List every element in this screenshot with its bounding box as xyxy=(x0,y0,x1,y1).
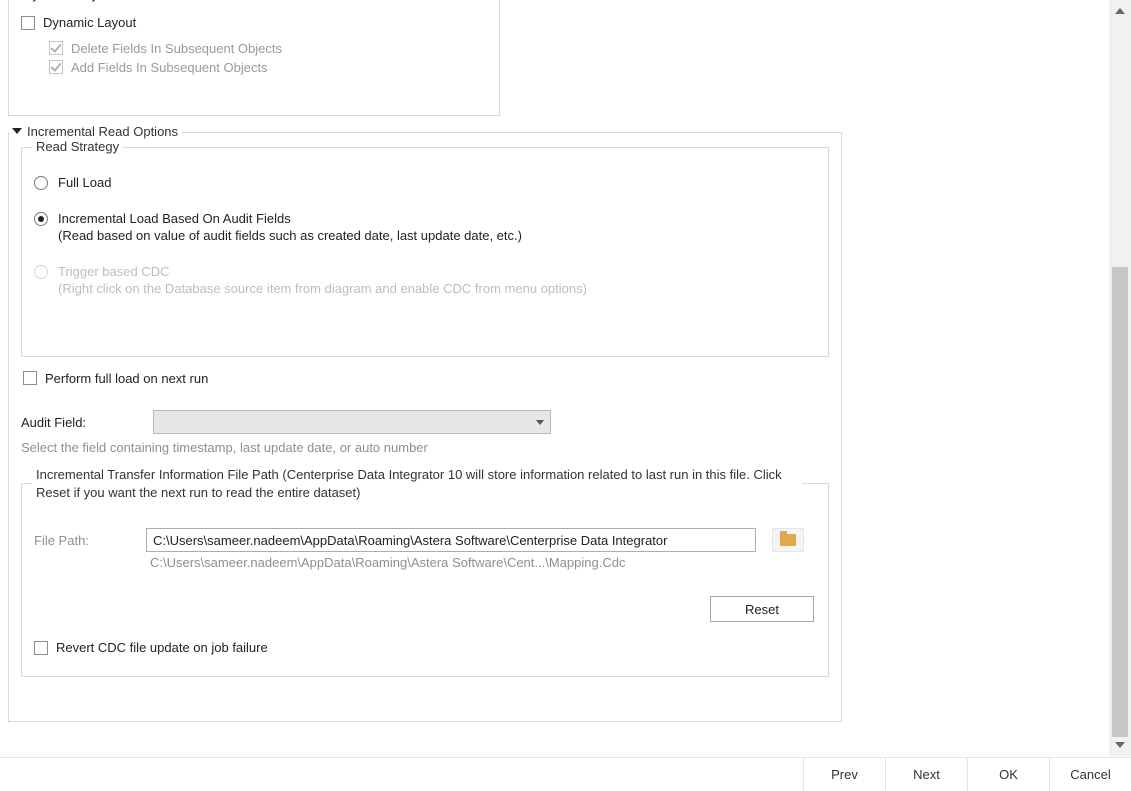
dynamic-layout-group: Dynamic Layout Dynamic Layout Delete Fie… xyxy=(8,0,500,116)
perform-full-load-checkbox-input[interactable] xyxy=(23,371,37,385)
full-load-label: Full Load xyxy=(58,174,111,192)
incremental-section-toggle[interactable]: Incremental Read Options xyxy=(9,124,182,139)
vertical-scrollbar[interactable] xyxy=(1109,0,1131,756)
file-path-row: File Path: xyxy=(34,528,816,552)
audit-field-hint: Select the field containing timestamp, l… xyxy=(21,440,829,455)
incremental-load-radio[interactable] xyxy=(34,212,48,226)
delete-fields-checkbox-input xyxy=(49,41,63,55)
reset-button[interactable]: Reset xyxy=(710,596,814,622)
revert-cdc-label: Revert CDC file update on job failure xyxy=(56,640,268,655)
ok-button[interactable]: OK xyxy=(967,758,1049,791)
wizard-button-bar: Prev Next OK Cancel xyxy=(0,757,1131,791)
scroll-up-arrow-icon[interactable] xyxy=(1109,0,1131,22)
revert-cdc-checkbox[interactable]: Revert CDC file update on job failure xyxy=(34,640,268,655)
trigger-cdc-sub: (Right click on the Database source item… xyxy=(58,280,587,298)
perform-full-load-label: Perform full load on next run xyxy=(45,371,208,386)
add-fields-checkbox: Add Fields In Subsequent Objects xyxy=(49,60,487,75)
incremental-load-sub: (Read based on value of audit fields suc… xyxy=(58,227,522,245)
scroll-area: Dynamic Layout Dynamic Layout Delete Fie… xyxy=(0,0,1109,756)
trigger-cdc-radio-row: Trigger based CDC (Right click on the Da… xyxy=(34,263,816,298)
incremental-read-options-group: Incremental Read Options Read Strategy F… xyxy=(8,132,842,722)
audit-field-label: Audit Field: xyxy=(21,415,131,430)
delete-fields-checkbox: Delete Fields In Subsequent Objects xyxy=(49,41,487,56)
dynamic-layout-legend: Dynamic Layout xyxy=(19,0,120,2)
dynamic-layout-checkbox-label: Dynamic Layout xyxy=(43,15,136,30)
delete-fields-label: Delete Fields In Subsequent Objects xyxy=(71,41,282,56)
browse-button[interactable] xyxy=(772,528,804,552)
file-path-label: File Path: xyxy=(34,533,130,548)
audit-field-combo[interactable] xyxy=(153,410,551,434)
file-info-group: Incremental Transfer Information File Pa… xyxy=(21,483,829,677)
cancel-button[interactable]: Cancel xyxy=(1049,758,1131,791)
incremental-legend: Incremental Read Options xyxy=(27,124,178,139)
revert-cdc-checkbox-input[interactable] xyxy=(34,641,48,655)
dynamic-layout-checkbox[interactable]: Dynamic Layout xyxy=(21,15,136,30)
dynamic-layout-checkbox-input[interactable] xyxy=(21,16,35,30)
incremental-load-label: Incremental Load Based On Audit Fields (… xyxy=(58,210,522,245)
read-strategy-group: Read Strategy Full Load Incremental Load… xyxy=(21,147,829,357)
file-path-input[interactable] xyxy=(146,528,756,552)
read-strategy-legend: Read Strategy xyxy=(32,139,123,154)
collapse-icon xyxy=(12,128,22,134)
trigger-cdc-label: Trigger based CDC (Right click on the Da… xyxy=(58,263,587,298)
perform-full-load-checkbox[interactable]: Perform full load on next run xyxy=(23,371,208,386)
prev-button[interactable]: Prev xyxy=(803,758,885,791)
scroll-thumb[interactable] xyxy=(1112,267,1128,737)
trigger-cdc-title: Trigger based CDC xyxy=(58,264,170,279)
next-button[interactable]: Next xyxy=(885,758,967,791)
incremental-load-radio-row[interactable]: Incremental Load Based On Audit Fields (… xyxy=(34,210,816,245)
chevron-down-icon xyxy=(536,420,544,425)
full-load-radio[interactable] xyxy=(34,176,48,190)
audit-field-row: Audit Field: xyxy=(21,410,829,434)
full-load-radio-row[interactable]: Full Load xyxy=(34,174,816,192)
scroll-down-arrow-icon[interactable] xyxy=(1109,734,1131,756)
file-path-resolved: C:\Users\sameer.nadeem\AppData\Roaming\A… xyxy=(150,555,816,570)
incremental-load-title: Incremental Load Based On Audit Fields xyxy=(58,211,291,226)
scroll-track[interactable] xyxy=(1109,22,1131,734)
trigger-cdc-radio xyxy=(34,265,48,279)
dialog-root: Dynamic Layout Dynamic Layout Delete Fie… xyxy=(0,0,1131,791)
audit-field-combo-button[interactable] xyxy=(530,411,550,433)
add-fields-checkbox-input xyxy=(49,60,63,74)
file-info-legend: Incremental Transfer Information File Pa… xyxy=(32,466,802,501)
folder-icon xyxy=(780,534,796,546)
add-fields-label: Add Fields In Subsequent Objects xyxy=(71,60,268,75)
